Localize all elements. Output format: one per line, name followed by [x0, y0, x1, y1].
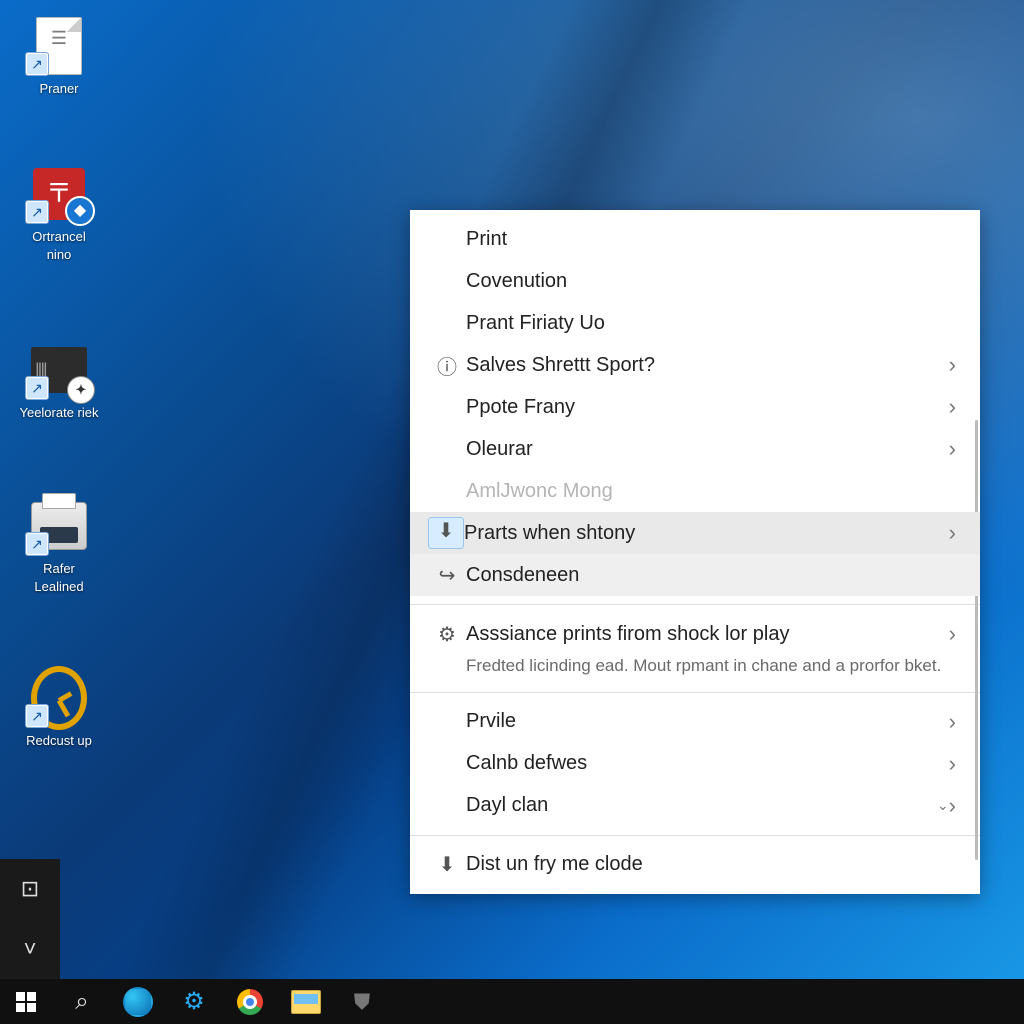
side-tile-2[interactable]: ˅: [0, 919, 60, 979]
shortcut-badge-icon: ↗: [25, 200, 49, 224]
user-circle-icon: ⓘ: [428, 351, 466, 380]
chevron-right-icon: ›: [949, 352, 962, 378]
menu-item-amijwonc: AmlJwonc Mong: [410, 470, 980, 512]
desktop-icon-label: Praner: [39, 80, 78, 98]
chevron-right-icon: ›: [949, 751, 962, 777]
start-button[interactable]: [4, 980, 48, 1024]
chevrons-down-icon: ˅: [24, 936, 37, 962]
plus-badge-icon: ✦: [67, 376, 95, 404]
windows-logo-icon: [16, 992, 36, 1012]
taskbar: ⌕ ⚙ ⛊: [0, 979, 1024, 1024]
desktop-icon-redcust[interactable]: ↗ Redcust up: [12, 670, 106, 750]
tool-dark-icon: |||| ✦ ↗: [31, 342, 87, 398]
menu-item-consdeneen[interactable]: ↪ Consdeneen: [410, 554, 980, 596]
shield-icon: ⛊: [354, 989, 371, 1015]
shortcut-badge-icon: ↗: [25, 376, 49, 400]
chevron-right-icon: ›: [949, 793, 962, 819]
chrome-icon: [237, 989, 263, 1015]
menu-item-ppote[interactable]: Ppote Frany ›: [410, 386, 980, 428]
desktop-icon-yeelorate[interactable]: |||| ✦ ↗ Yeelorate riek: [12, 342, 106, 422]
search-icon: ⌕: [75, 988, 88, 1016]
desktop-icon-label: Rafer Lealined: [34, 560, 83, 595]
gear-icon: ⚙: [183, 987, 205, 1016]
document-icon: ↗: [31, 18, 87, 74]
desktop-icon-rafer[interactable]: ↗ Rafer Lealined: [12, 498, 106, 595]
menu-separator: [410, 692, 980, 693]
menu-item-calnb[interactable]: Calnb defwes ›: [410, 743, 980, 785]
download-icon: ⬇: [428, 852, 466, 877]
context-menu: Print Covenution Prant Firiaty Uo ⓘ Salv…: [410, 210, 980, 894]
desktop-icon-label: Ortrancel nino: [32, 228, 85, 263]
shortcut-badge-icon: ↗: [25, 704, 49, 728]
printer-icon: ↗: [31, 498, 87, 554]
chevron-right-icon: ›: [949, 436, 962, 462]
desktop-icon-ortrancel[interactable]: 〒 ◆ ↗ Ortrancel nino: [12, 166, 106, 263]
chevron-right-icon: ›: [949, 394, 962, 420]
desktop-icon-label: Redcust up: [26, 732, 92, 750]
menu-item-covenution[interactable]: Covenution: [410, 260, 980, 302]
taskbar-app-edge[interactable]: [116, 980, 160, 1024]
desktop-icon-label: Yeelorate riek: [19, 404, 98, 422]
shortcut-badge-icon: ↗: [25, 532, 49, 556]
taskbar-app-security[interactable]: ⛊: [340, 980, 384, 1024]
gear-icon: ⚙: [428, 622, 466, 647]
sync-badge-icon: ◆: [65, 196, 95, 226]
folder-icon: [291, 990, 321, 1014]
menu-item-salves[interactable]: ⓘ Salves Shrettt Sport? ›: [410, 344, 980, 386]
chevron-down-icon: ⌄: [933, 797, 949, 814]
taskbar-search-button[interactable]: ⌕: [60, 980, 104, 1024]
chevron-right-icon: ›: [949, 709, 962, 735]
download-card-icon: ⬇: [428, 517, 464, 549]
clock-icon: ↗: [31, 670, 87, 726]
shortcut-badge-icon: ↗: [25, 52, 49, 76]
desktop-icon-praner[interactable]: ↗ Praner: [12, 18, 106, 98]
taskbar-app-explorer[interactable]: [284, 980, 328, 1024]
taskbar-app-chrome[interactable]: [228, 980, 272, 1024]
menu-item-dist[interactable]: ⬇ Dist un fry me clode: [410, 844, 980, 886]
edge-icon: [123, 987, 153, 1017]
app-red-icon: 〒 ◆ ↗: [31, 166, 87, 222]
side-tile-1[interactable]: ⊡: [0, 859, 60, 919]
chevron-right-icon: ›: [949, 520, 962, 546]
menu-item-prarts[interactable]: ⬇ Prarts when shtony ›: [410, 512, 980, 554]
redo-arrow-icon: ↪: [428, 563, 466, 588]
menu-item-dayl[interactable]: Dayl clan ⌄ ›: [410, 785, 980, 827]
chevron-right-icon: ›: [949, 621, 962, 647]
menu-separator: [410, 835, 980, 836]
taskbar-app-settings[interactable]: ⚙: [172, 980, 216, 1024]
menu-item-print[interactable]: Print: [410, 218, 980, 260]
menu-item-asssiance[interactable]: ⚙ Asssiance prints firom shock lor play …: [410, 613, 980, 655]
menu-item-asssiance-description: Fredted licinding ead. Mout rpmant in ch…: [410, 655, 980, 684]
menu-item-oleurar[interactable]: Oleurar ›: [410, 428, 980, 470]
menu-separator: [410, 604, 980, 605]
square-icon: ⊡: [21, 876, 39, 902]
menu-item-pvile[interactable]: Prvile ›: [410, 701, 980, 743]
side-panel: ⊡ ˅: [0, 859, 60, 979]
menu-item-prant-firiaty[interactable]: Prant Firiaty Uo: [410, 302, 980, 344]
